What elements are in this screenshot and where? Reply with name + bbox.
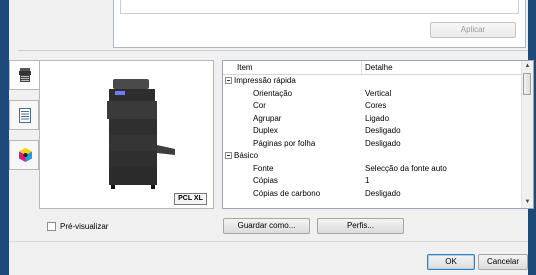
grid-row[interactable]: Cor Cores — [223, 100, 523, 113]
grid-row-item: Cópias de carbono — [253, 188, 321, 198]
scroll-down-arrow-icon[interactable]: ▼ — [522, 197, 533, 208]
settings-panel: Aplicar — [113, 0, 526, 48]
collapse-minus-icon[interactable] — [225, 152, 232, 159]
grid-row-item: Cor — [253, 101, 266, 110]
grid-row-item: Básico — [234, 151, 259, 160]
grid-row-detail: Cores — [365, 101, 387, 110]
column-header-detail[interactable]: Detalhe — [365, 63, 393, 72]
grid-row-detail: Vertical — [365, 88, 392, 98]
grid-row[interactable]: Fonte Selecção da fonte auto — [223, 163, 523, 176]
grid-row[interactable]: Cópias de carbono Desligado — [223, 188, 523, 201]
grid-group-row[interactable]: Impressão rápida — [223, 75, 523, 88]
grid-row-item: Impressão rápida — [234, 76, 296, 85]
grid-row-item: Fonte — [253, 163, 274, 173]
preview-checkbox-label: Pré-visualizar — [60, 222, 109, 231]
left-tab-strip — [9, 60, 39, 175]
save-as-button[interactable]: Guardar como... — [223, 218, 310, 234]
preview-checkbox[interactable] — [47, 222, 56, 231]
tab-document[interactable] — [9, 100, 39, 130]
ok-button[interactable]: OK — [427, 254, 475, 270]
collapse-minus-icon[interactable] — [225, 77, 232, 84]
printing-preferences-dialog: Aplicar PCL XL Pré-visualizar Item Detal… — [9, 0, 534, 275]
grid-row-item: Cópias — [253, 176, 278, 185]
grid-row-detail: Ligado — [365, 113, 390, 123]
color-cube-icon — [19, 148, 32, 162]
grid-row-detail: Desligado — [365, 138, 401, 148]
column-header-item[interactable]: Item — [237, 63, 253, 72]
column-separator[interactable] — [361, 61, 362, 74]
document-list-icon — [19, 108, 31, 123]
grid-row-item: Duplex — [253, 126, 278, 135]
grid-row-item: Orientação — [253, 88, 293, 98]
settings-summary-grid: Item Detalhe Impressão rápida Orientação V… — [222, 60, 534, 209]
grid-row-detail: Desligado — [365, 188, 401, 198]
scroll-thumb[interactable] — [523, 73, 531, 95]
printer-image — [107, 79, 175, 189]
grid-scrollbar[interactable]: ▲ ▼ — [521, 61, 533, 208]
divider — [18, 50, 528, 51]
pcl-xl-badge: PCL XL — [174, 193, 207, 205]
printer-preview: PCL XL — [39, 60, 214, 209]
printer-device-icon — [19, 68, 31, 82]
footer-divider — [9, 241, 528, 242]
apply-button[interactable]: Aplicar — [430, 22, 516, 38]
grid-row-item: Agrupar — [253, 113, 282, 123]
window-frame-left — [0, 0, 9, 275]
settings-inner-box — [120, 0, 519, 14]
grid-row[interactable]: Orientação Vertical — [223, 88, 523, 101]
grid-row-detail: 1 — [365, 176, 370, 185]
grid-row[interactable]: Cópias 1 — [223, 175, 523, 188]
grid-row-detail: Desligado — [365, 126, 401, 135]
grid-row-detail: Selecção da fonte auto — [365, 163, 447, 173]
profiles-button[interactable]: Perfis... — [317, 218, 404, 234]
tab-device[interactable] — [9, 60, 39, 90]
grid-row[interactable]: Páginas por folha Desligado — [223, 138, 523, 151]
grid-group-row[interactable]: Básico — [223, 150, 523, 163]
grid-row[interactable]: Duplex Desligado — [223, 125, 523, 138]
cancel-button[interactable]: Cancelar — [478, 254, 528, 270]
grid-rows: Impressão rápida Orientação Vertical Cor Cor… — [223, 75, 523, 200]
tab-color[interactable] — [9, 140, 39, 170]
grid-header: Item Detalhe — [223, 61, 523, 75]
grid-row-item: Páginas por folha — [253, 138, 316, 148]
grid-row[interactable]: Agrupar Ligado — [223, 113, 523, 126]
scroll-up-arrow-icon[interactable]: ▲ — [522, 61, 533, 72]
